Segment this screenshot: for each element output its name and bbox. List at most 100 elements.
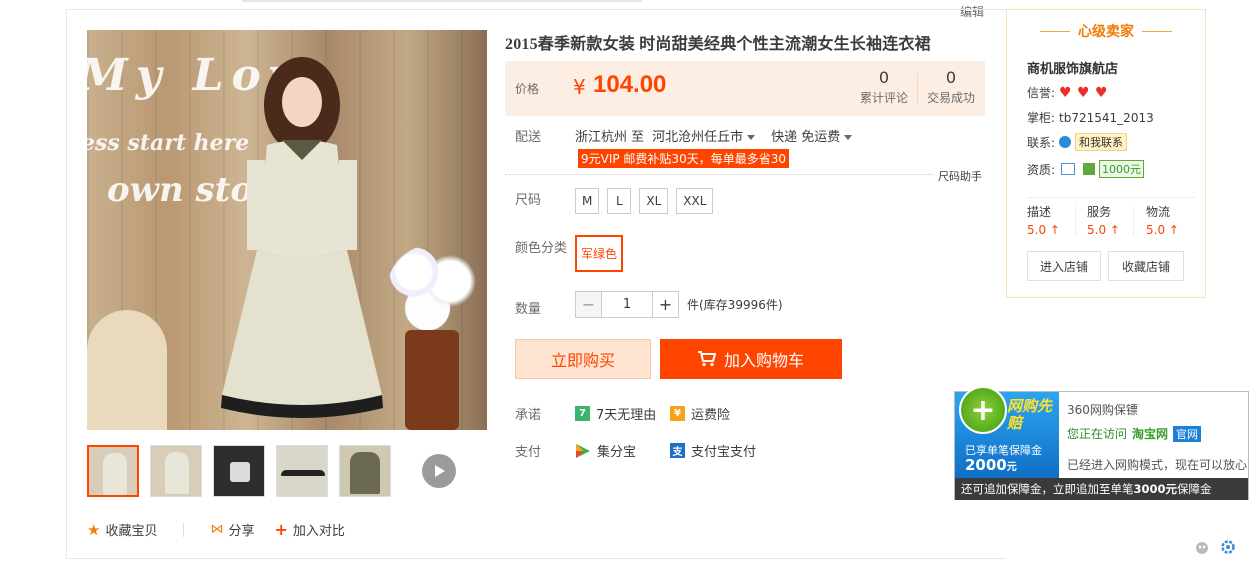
enter-shop-button[interactable]: 进入店铺	[1027, 251, 1101, 281]
share-label: 分享	[228, 524, 255, 539]
ship-from: 浙江杭州 至	[575, 130, 645, 145]
seven-day-icon: 7	[575, 406, 590, 421]
keeper-value[interactable]: tb721541_2013	[1059, 111, 1154, 125]
size-label: 尺码	[515, 193, 542, 208]
jifenbao-icon	[576, 443, 590, 458]
size-option-xxl[interactable]: XXL	[676, 188, 714, 214]
quantity-input[interactable]: 1	[602, 291, 652, 318]
size-option-l[interactable]: L	[607, 188, 632, 214]
robot-icon[interactable]	[1194, 539, 1210, 555]
quantity-label: 数量	[515, 302, 542, 317]
score-label: 物流	[1146, 205, 1171, 219]
ship-method-select[interactable]: 快递 免运费	[771, 126, 853, 145]
payment-jifenbao[interactable]: 集分宝	[575, 441, 636, 460]
share-button[interactable]: ⋈ 分享	[210, 520, 254, 539]
sales-stat: 0 交易成功	[923, 68, 979, 106]
seller-divider	[1027, 197, 1195, 198]
logo-big-text: 网购先赔	[1007, 397, 1053, 432]
keeper-row: 掌柜: tb721541_2013	[1027, 109, 1154, 126]
thumbnail-1[interactable]	[87, 445, 139, 497]
price-value: 104.00	[593, 71, 667, 98]
deposit-icon	[1083, 163, 1096, 175]
footer-amount: 3000元	[1133, 482, 1178, 496]
size-option-m[interactable]: M	[575, 188, 600, 214]
thumbnail-3[interactable]	[213, 445, 265, 497]
quantity-stepper: − 1 + 件(库存39996件)	[575, 291, 783, 318]
score-value: 5.0	[1146, 223, 1166, 237]
product-main-image[interactable]: My Love ess start here own story	[87, 30, 487, 430]
promise-shipping-insurance[interactable]: ¥ 运费险	[670, 404, 730, 423]
divider	[183, 522, 185, 537]
promise-7day[interactable]: 7 7天无理由	[575, 404, 656, 423]
gear-icon[interactable]	[1220, 539, 1236, 555]
ship-method: 快递 免运费	[771, 130, 841, 145]
price-label: 价格	[515, 82, 540, 96]
contact-seller-button[interactable]: 和我联系	[1075, 133, 1128, 151]
deposit-badge[interactable]: 1000元	[1099, 160, 1145, 178]
score-label: 服务	[1087, 205, 1112, 219]
ship-to-select[interactable]: 河北沧州任丘市	[652, 126, 756, 145]
size-option-xl[interactable]: XL	[639, 188, 669, 214]
favorite-item-button[interactable]: ★ 收藏宝贝	[87, 520, 158, 540]
arrow-up-icon: ↑	[1109, 223, 1120, 237]
thumbnail-5[interactable]	[339, 445, 391, 497]
favorite-item-label: 收藏宝贝	[105, 524, 158, 539]
vip-promo-badge[interactable]: 9元VIP 邮费补贴30天，每单最多省30	[578, 149, 789, 168]
score-service: 服务 5.0 ↑	[1087, 203, 1120, 237]
buy-now-button[interactable]: 立即购买	[515, 339, 651, 379]
keeper-label: 掌柜:	[1027, 111, 1056, 125]
mode-entered-text: 已经进入网购模式，现在可以放心购物	[1067, 458, 1247, 472]
add-to-cart-button[interactable]: 加入购物车	[660, 339, 842, 379]
thumbnail-strip	[87, 445, 456, 497]
id-card-icon[interactable]	[1061, 163, 1076, 175]
popup-footer[interactable]: 还可追加保障金，立即追加至单笔3000元保障金	[955, 478, 1248, 500]
reviews-label: 累计评论	[859, 91, 908, 105]
alipay-icon: 支	[670, 443, 685, 458]
seller-level: 心级卖家	[1078, 24, 1134, 40]
product-title: 2015春季新款女装 时尚甜美经典个性主流潮女生长袖连衣裙	[505, 36, 931, 53]
contact-label: 联系:	[1027, 135, 1056, 150]
shipping-label: 配送	[515, 130, 542, 145]
stock-text: 件(库存39996件)	[687, 298, 783, 312]
size-helper-link[interactable]: 尺码助手	[938, 168, 982, 184]
plus-icon: +	[959, 386, 1007, 434]
shop-name[interactable]: 商机服饰旗航店	[1027, 58, 1118, 77]
currency-symbol: ¥	[573, 75, 586, 99]
promise-label: 承诺	[515, 408, 542, 423]
video-play-button[interactable]	[422, 454, 456, 488]
add-compare-button[interactable]: + 加入对比	[274, 520, 344, 539]
contact-row: 联系: 和我联系	[1027, 133, 1128, 151]
corner-tools	[1194, 539, 1236, 555]
quantity-minus-button[interactable]: −	[575, 291, 602, 318]
heart-icon: ♥	[1077, 84, 1090, 101]
logo-amount: 2000元	[965, 456, 1017, 474]
payment-alipay[interactable]: 支 支付宝支付	[670, 441, 756, 460]
promise-shipping-insurance-label: 运费险	[691, 408, 731, 423]
favorite-shop-button[interactable]: 收藏店铺	[1108, 251, 1184, 281]
arrow-up-icon: ↑	[1168, 223, 1179, 237]
reviews-stat[interactable]: 0 累计评论	[857, 68, 911, 106]
qualification-label: 资质:	[1027, 162, 1056, 177]
promise-7day-label: 7天无理由	[596, 408, 657, 423]
visiting-text: 您正在访问	[1067, 427, 1128, 441]
payment-jifenbao-label: 集分宝	[597, 445, 637, 460]
reputation-label: 信誉:	[1027, 86, 1056, 100]
footer-prefix: 还可追加保障金，立即追加至单笔	[961, 482, 1134, 496]
shipping-info: 浙江杭州 至 河北沧州任丘市 快递 免运费	[575, 126, 853, 145]
popup-logo: + 网购先赔 已享单笔保障金 2000元	[955, 386, 1059, 478]
quantity-plus-button[interactable]: +	[652, 291, 679, 318]
top-divider	[242, 0, 642, 2]
chevron-down-icon	[844, 135, 853, 140]
flower-pot-shape	[405, 330, 459, 430]
popup-title: 360网购保镖	[1067, 403, 1138, 417]
model-figure	[221, 57, 383, 418]
color-option-army-green[interactable]: 军绿色	[575, 235, 624, 272]
thumbnail-2[interactable]	[150, 445, 202, 497]
chair-shape	[87, 310, 167, 430]
official-badge: 官网	[1173, 425, 1202, 442]
thumbnail-4[interactable]	[276, 445, 328, 497]
score-value: 5.0	[1027, 223, 1047, 237]
add-to-cart-label: 加入购物车	[723, 351, 804, 370]
dotted-divider	[505, 174, 933, 175]
sales-count: 0	[945, 68, 957, 87]
